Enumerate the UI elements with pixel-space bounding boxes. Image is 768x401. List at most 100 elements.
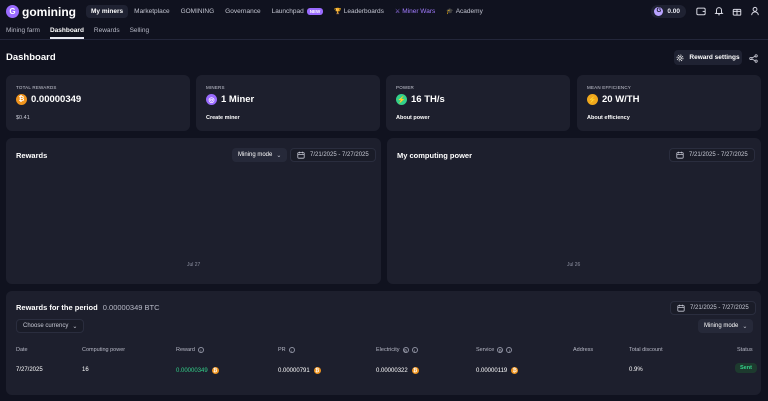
top-navigation: G gomining My miners Marketplace GOMININ… bbox=[0, 0, 768, 23]
rewards-mining-mode-select[interactable]: Mining mode ⌄ bbox=[232, 148, 288, 162]
col-date: Date bbox=[16, 347, 28, 353]
calendar-icon bbox=[297, 151, 305, 159]
nav-miner-wars[interactable]: ⚔ Miner Wars bbox=[390, 5, 440, 18]
nav-marketplace[interactable]: Marketplace bbox=[129, 5, 174, 18]
nav-governance[interactable]: Governance bbox=[220, 5, 265, 18]
col-service-label: Service bbox=[476, 347, 495, 353]
rewards-period-amount: 0.00000349 BTC bbox=[102, 303, 160, 312]
main-nav-links: My miners Marketplace GOMINING Governanc… bbox=[86, 5, 489, 18]
gomining-logo[interactable]: G gomining bbox=[6, 5, 76, 19]
create-miner-link[interactable]: Create miner bbox=[206, 115, 240, 121]
efficiency-card: MEAN EFFICIENCY ⚡ 20 W/TH About efficien… bbox=[577, 75, 761, 131]
gift-icon[interactable] bbox=[730, 4, 744, 18]
cell-service: 0.00000119 ₿ bbox=[476, 367, 519, 374]
reward-settings-label: Reward settings bbox=[689, 54, 740, 61]
cell-pr-value: 0.00000791 bbox=[278, 367, 310, 374]
gear-icon bbox=[676, 54, 684, 61]
miners-card: MINERS ◎ 1 Miner Create miner bbox=[196, 75, 380, 131]
miners-value-row: ◎ 1 Miner bbox=[206, 94, 254, 105]
rewards-date-range-picker[interactable]: 7/21/2025 - 7/27/2025 bbox=[290, 148, 376, 162]
tab-selling[interactable]: Selling bbox=[130, 23, 150, 39]
wallet-icon[interactable] bbox=[694, 4, 708, 18]
rewards-chart-x-label: Jul 27 bbox=[187, 262, 201, 268]
about-power-link[interactable]: About power bbox=[396, 115, 430, 121]
rewards-table-card: Rewards for the period 0.00000349 BTC Ch… bbox=[6, 291, 761, 395]
share-icon bbox=[748, 53, 758, 63]
header-tools: G 0.00 bbox=[651, 4, 762, 18]
gomining-logo-mark: G bbox=[6, 5, 19, 18]
cell-electricity: 0.00000322 ₿ bbox=[376, 367, 419, 374]
efficiency-label: MEAN EFFICIENCY bbox=[587, 85, 632, 90]
total-rewards-label: TOTAL REWARDS bbox=[16, 85, 57, 90]
col-address: Address bbox=[573, 347, 594, 353]
table-date-range-picker[interactable]: 7/21/2025 - 7/27/2025 bbox=[670, 301, 756, 315]
cell-computing-power: 16 bbox=[82, 367, 89, 373]
brand-name: gomining bbox=[22, 4, 76, 19]
col-pr: PR ↓ bbox=[278, 347, 295, 353]
cell-reward: 0.00000349 ₿ bbox=[176, 367, 219, 374]
bitcoin-icon: ₿ bbox=[211, 367, 219, 374]
miners-label: MINERS bbox=[206, 85, 225, 90]
cell-date: 7/27/2025 bbox=[16, 367, 43, 373]
service-token-icon: ₿ bbox=[497, 347, 504, 353]
miner-icon: ◎ bbox=[206, 94, 217, 105]
electricity-token-icon: ₿ bbox=[402, 347, 409, 353]
total-rewards-card: TOTAL REWARDS ₿ 0.00000349 $0.41 bbox=[6, 75, 190, 131]
info-icon[interactable]: i bbox=[411, 347, 418, 353]
choose-currency-label: Choose currency bbox=[23, 323, 69, 329]
power-value: 16 TH/s bbox=[411, 94, 445, 105]
about-efficiency-link[interactable]: About efficiency bbox=[587, 115, 630, 121]
bitcoin-icon: ₿ bbox=[313, 367, 321, 374]
calendar-icon bbox=[677, 304, 685, 312]
computing-power-chart-title: My computing power bbox=[397, 151, 472, 160]
rewards-period-label: Rewards for the period bbox=[16, 303, 98, 312]
table-mining-mode-select[interactable]: Mining mode ⌄ bbox=[698, 319, 754, 333]
nav-miner-wars-label: Miner Wars bbox=[402, 8, 436, 15]
swords-icon: ⚔ bbox=[394, 9, 401, 15]
power-value-row: ⚡ 16 TH/s bbox=[396, 94, 445, 105]
nav-my-miners[interactable]: My miners bbox=[86, 5, 129, 18]
tab-mining-farm[interactable]: Mining farm bbox=[6, 23, 40, 39]
power-chart-x-label: Jul 26 bbox=[567, 262, 581, 268]
computing-power-chart-card: My computing power 7/21/2025 - 7/27/2025… bbox=[387, 138, 761, 284]
bitcoin-icon: ₿ bbox=[16, 94, 27, 105]
nav-gomining[interactable]: GOMINING bbox=[176, 5, 220, 18]
power-date-range-picker[interactable]: 7/21/2025 - 7/27/2025 bbox=[669, 148, 755, 162]
share-button[interactable] bbox=[746, 51, 760, 65]
bell-icon[interactable] bbox=[712, 4, 726, 18]
cell-electricity-value: 0.00000322 bbox=[376, 367, 408, 374]
cell-total-discount: 0.9% bbox=[629, 367, 643, 373]
total-rewards-value-row: ₿ 0.00000349 bbox=[16, 94, 81, 105]
info-icon[interactable]: i bbox=[197, 347, 204, 353]
tab-dashboard[interactable]: Dashboard bbox=[49, 23, 84, 39]
col-reward-label: Reward bbox=[176, 347, 195, 353]
col-electricity-label: Electricity bbox=[376, 347, 400, 353]
new-badge: NEW bbox=[306, 8, 324, 15]
page-title: Dashboard bbox=[6, 52, 56, 63]
nav-leaderboards[interactable]: 🏆 Leaderboards bbox=[329, 5, 389, 18]
nav-launchpad[interactable]: Launchpad NEW bbox=[267, 5, 329, 18]
nav-launchpad-label: Launchpad bbox=[271, 8, 304, 15]
calendar-icon bbox=[676, 151, 684, 159]
gmt-balance[interactable]: G 0.00 bbox=[651, 4, 686, 18]
cell-reward-value: 0.00000349 bbox=[176, 367, 208, 374]
rewards-chart-title: Rewards bbox=[16, 151, 48, 160]
user-icon[interactable] bbox=[748, 4, 762, 18]
chevron-down-icon: ⌄ bbox=[72, 323, 78, 330]
trophy-icon: 🏆 bbox=[334, 9, 342, 15]
reward-settings-button[interactable]: Reward settings bbox=[674, 50, 742, 65]
col-service: Service ₿ i bbox=[476, 347, 513, 353]
chevron-down-icon: ⌄ bbox=[742, 323, 748, 330]
nav-academy[interactable]: 🎓 Academy bbox=[441, 5, 488, 18]
tab-rewards[interactable]: Rewards bbox=[94, 23, 120, 39]
col-reward: Reward i bbox=[176, 347, 204, 353]
table-date-range: 7/21/2025 - 7/27/2025 bbox=[690, 305, 749, 311]
nav-leaderboards-label: Leaderboards bbox=[343, 8, 384, 15]
academy-icon: 🎓 bbox=[446, 9, 454, 15]
info-icon[interactable]: i bbox=[506, 347, 513, 353]
choose-currency-select[interactable]: Choose currency ⌄ bbox=[16, 319, 85, 333]
total-rewards-usd: $0.41 bbox=[16, 115, 30, 121]
cell-pr: 0.00000791 ₿ bbox=[278, 367, 321, 374]
rewards-date-range: 7/21/2025 - 7/27/2025 bbox=[310, 152, 369, 158]
power-card: POWER ⚡ 16 TH/s About power bbox=[386, 75, 570, 131]
